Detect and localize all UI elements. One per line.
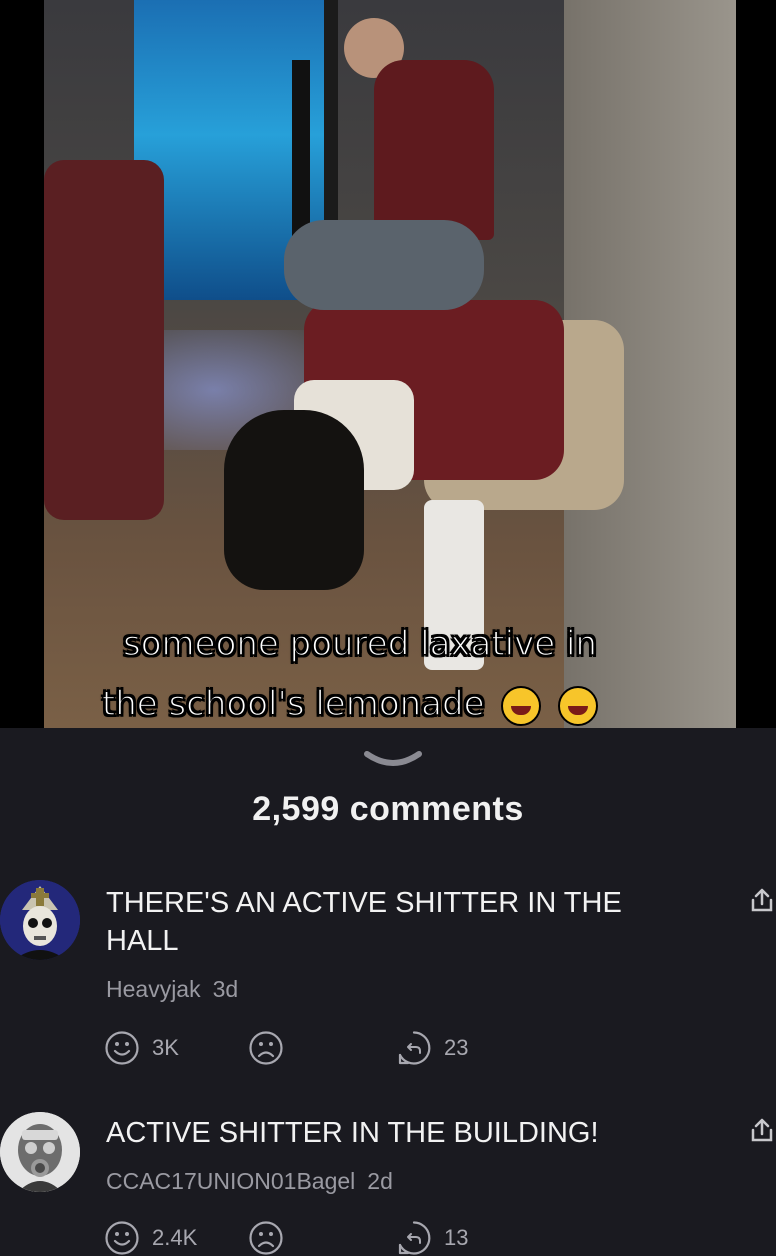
smile-icon: [105, 1221, 139, 1255]
comment-time: 2d: [367, 1168, 393, 1194]
share-icon[interactable]: [748, 1116, 776, 1144]
person-boy: [374, 60, 494, 240]
video-player[interactable]: someone poured laxative in the school's …: [0, 0, 776, 728]
avatar[interactable]: [0, 880, 80, 960]
reply-icon: [398, 1221, 431, 1255]
ghost-papa-avatar-icon: [0, 880, 80, 960]
comment-text-line1: ACTIVE SHITTER IN THE BUILDING!: [106, 1117, 599, 1149]
person-girl-backpack: [284, 220, 484, 310]
frown-icon: [249, 1031, 283, 1065]
frown-icon: [249, 1221, 283, 1255]
reply-count: 13: [444, 1225, 469, 1250]
dislike-button[interactable]: [248, 1030, 284, 1066]
laughing-face-emoji-icon: [558, 685, 599, 726]
reply-button[interactable]: 13: [396, 1220, 468, 1256]
like-count: 3K: [152, 1035, 179, 1060]
share-icon[interactable]: [748, 886, 776, 914]
avatar[interactable]: [0, 1112, 80, 1192]
video-caption-text: the school's lemonade: [101, 683, 485, 725]
comment-author[interactable]: Heavyjak: [106, 976, 201, 1002]
person-girl-hair: [224, 410, 364, 590]
reply-icon: [398, 1031, 431, 1065]
comment-text-line1: THERE'S AN ACTIVE SHITTER IN THE: [106, 887, 622, 919]
reply-button[interactable]: 23: [396, 1030, 468, 1066]
gasmask-avatar-icon: [0, 1112, 80, 1192]
dislike-button[interactable]: [248, 1220, 284, 1256]
reply-count: 23: [444, 1035, 469, 1060]
chevron-down-icon[interactable]: [363, 750, 423, 770]
comments-count: 2,599 comments: [252, 790, 524, 828]
like-count: 2.4K: [152, 1225, 198, 1250]
video-frame[interactable]: someone poured laxative in the school's …: [44, 0, 736, 728]
comment-text-line2: HALL: [106, 925, 179, 957]
comment-meta: Heavyjak 3d: [106, 976, 238, 1003]
video-caption-line1: someone poured laxative in: [122, 623, 597, 665]
comment-meta: CCAC17UNION01Bagel 2d: [106, 1168, 393, 1195]
smile-icon: [105, 1031, 139, 1065]
comment-time: 3d: [212, 976, 239, 1002]
like-button[interactable]: 3K: [104, 1030, 179, 1066]
like-button[interactable]: 2.4K: [104, 1220, 197, 1256]
comment-author[interactable]: CCAC17UNION01Bagel: [106, 1168, 355, 1194]
person-left: [44, 160, 164, 520]
laughing-face-emoji-icon: [501, 685, 542, 726]
video-caption-line2: the school's lemonade: [44, 683, 696, 726]
